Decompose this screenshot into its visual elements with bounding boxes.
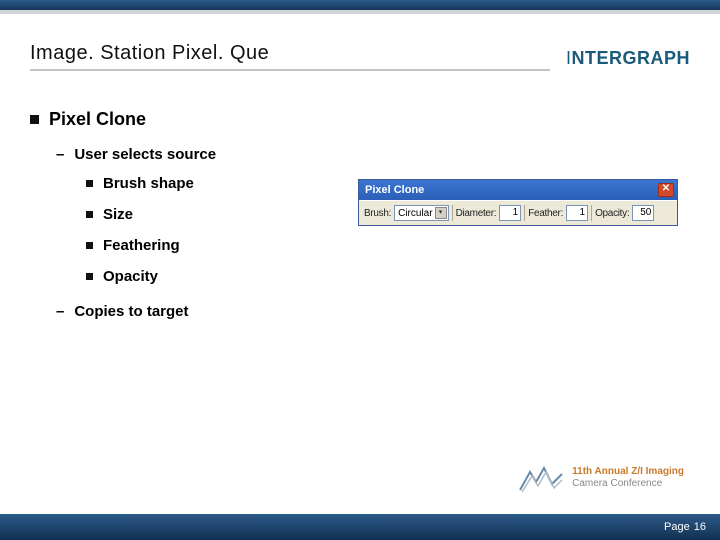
bullet-sub-1-text: User selects source bbox=[74, 146, 216, 163]
square-bullet-icon bbox=[86, 273, 93, 280]
separator bbox=[524, 205, 525, 221]
bullet-item-1: Size bbox=[86, 206, 340, 223]
brand-logo: IINTERGRAPHNTERGRAPH bbox=[566, 48, 690, 71]
diameter-label: Diameter: bbox=[456, 208, 497, 219]
bullet-main-text: Pixel Clone bbox=[49, 109, 146, 130]
conference-line-1: 11th Annual Z/I Imaging bbox=[572, 466, 684, 478]
page-label: Page bbox=[664, 521, 690, 533]
diameter-input[interactable]: 1 bbox=[499, 205, 521, 221]
conference-line-2: Camera Conference bbox=[572, 478, 684, 490]
top-accent-bar bbox=[0, 0, 720, 10]
slide-header: Image. Station Pixel. Que IINTERGRAPHNTE… bbox=[0, 14, 720, 71]
brush-value: Circular bbox=[398, 208, 432, 219]
slide-content: Pixel Clone – User selects source Brush … bbox=[0, 71, 720, 320]
slide-title: Image. Station Pixel. Que bbox=[30, 42, 566, 69]
square-bullet-icon bbox=[30, 115, 39, 124]
brush-dropdown[interactable]: Circular ▾ bbox=[394, 205, 448, 221]
square-bullet-icon bbox=[86, 211, 93, 218]
bullet-sub-2-text: Copies to target bbox=[74, 303, 188, 320]
toolbar-titlebar[interactable]: Pixel Clone ✕ bbox=[359, 180, 677, 200]
conference-logo: 11th Annual Z/I Imaging Camera Conferenc… bbox=[518, 462, 684, 494]
bullet-item-2-text: Feathering bbox=[103, 237, 180, 254]
mountain-icon bbox=[518, 462, 564, 494]
chevron-down-icon[interactable]: ▾ bbox=[435, 207, 447, 219]
feather-input[interactable]: 1 bbox=[566, 205, 588, 221]
opacity-label: Opacity: bbox=[595, 208, 629, 219]
bullet-item-2: Feathering bbox=[86, 237, 340, 254]
pixel-clone-toolbar: Pixel Clone ✕ Brush: Circular ▾ Diameter… bbox=[358, 179, 678, 226]
bullet-main: Pixel Clone bbox=[30, 109, 690, 130]
footer-bar: Page 16 bbox=[0, 514, 720, 540]
bullet-item-1-text: Size bbox=[103, 206, 133, 223]
bullet-sub-1: – User selects source bbox=[56, 146, 690, 163]
bullet-item-0: Brush shape bbox=[86, 175, 340, 192]
toolbar-title-text: Pixel Clone bbox=[365, 184, 424, 196]
separator bbox=[452, 205, 453, 221]
title-underline bbox=[30, 69, 550, 71]
bullet-item-0-text: Brush shape bbox=[103, 175, 194, 192]
bullet-item-3-text: Opacity bbox=[103, 268, 158, 285]
dash-bullet-icon: – bbox=[56, 146, 64, 163]
dash-bullet-icon: – bbox=[56, 303, 64, 320]
opacity-input[interactable]: 50 bbox=[632, 205, 654, 221]
bullet-item-3: Opacity bbox=[86, 268, 340, 285]
square-bullet-icon bbox=[86, 242, 93, 249]
square-bullet-icon bbox=[86, 180, 93, 187]
separator bbox=[591, 205, 592, 221]
page-number: 16 bbox=[694, 521, 706, 533]
brush-label: Brush: bbox=[364, 208, 391, 219]
bullet-sub-2: – Copies to target bbox=[56, 303, 690, 320]
close-button[interactable]: ✕ bbox=[658, 183, 674, 197]
toolbar-body: Brush: Circular ▾ Diameter: 1 Feather: 1… bbox=[359, 200, 677, 225]
feather-label: Feather: bbox=[528, 208, 563, 219]
